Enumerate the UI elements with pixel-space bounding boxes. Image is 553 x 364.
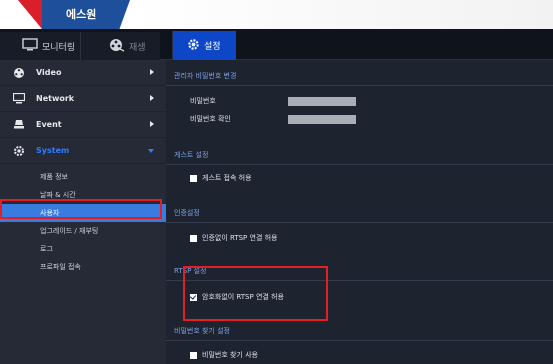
sidebar-subitem-product-info[interactable]: 제품 정보 [0,168,166,186]
section-title-guest: 게스트 설정 [174,151,209,159]
section-divider [166,85,553,86]
settings-panel: 관리자 비밀번호 변경 비밀번호 비밀번호 확인 게스트 설정 게스트 접속 허… [166,60,553,364]
tab-settings[interactable]: 설정 [172,31,236,60]
section-divider [166,164,553,165]
guest-access-checkbox[interactable] [190,174,197,182]
video-reel-icon [12,67,26,79]
sidebar-subitem-date-time[interactable]: 날짜 & 시간 [0,186,166,204]
password-field[interactable] [288,97,356,106]
password-confirm-label: 비밀번호 확인 [190,115,231,123]
sidebar: Video Network Event System 제품 정보 날짜 & 시간… [0,60,166,364]
top-bar: 에스원 [0,0,553,29]
section-title-find-password: 비밀번호 찾기 설정 [174,327,230,335]
guest-access-option[interactable]: 게스트 접속 허용 [190,173,252,183]
section-divider [166,222,553,223]
find-password-label: 비밀번호 찾기 사용 [202,351,258,359]
sidebar-item-video-label: Video [36,68,62,77]
rtsp-no-encryption-checkbox[interactable] [190,293,197,301]
top-bar-background [130,0,553,29]
tab-settings-label: 설정 [204,42,221,52]
sidebar-item-event-label: Event [36,120,62,129]
gear-icon [12,145,26,157]
guest-access-label: 게스트 접속 허용 [202,174,252,182]
sidebar-subitem-upgrade-reboot[interactable]: 업그레이드 / 재부팅 [0,222,166,240]
find-password-checkbox[interactable] [190,351,197,359]
brand-name: 에스원 [66,8,97,21]
tab-playback[interactable]: 재생 [80,32,160,60]
main-tab-bar: 모니터링 재생 설정 [0,29,553,60]
chevron-right-icon [150,121,154,127]
sidebar-item-network[interactable]: Network [0,86,166,112]
section-title-auth: 인증설정 [174,209,200,217]
sidebar-item-video[interactable]: Video [0,60,166,86]
section-divider [166,340,553,341]
sidebar-subitem-profile-access[interactable]: 프로파일 접속 [0,258,166,276]
rtsp-no-encryption-label: 암호화없이 RTSP 연결 허용 [202,293,284,301]
find-password-option[interactable]: 비밀번호 찾기 사용 [190,350,258,360]
rtsp-no-auth-checkbox[interactable] [190,234,197,242]
brand-logo: 에스원 [0,0,130,29]
password-label: 비밀번호 [190,97,216,105]
sidebar-item-event[interactable]: Event [0,112,166,138]
tab-playback-label: 재생 [129,42,146,53]
tab-monitoring-label: 모니터링 [42,42,76,53]
sidebar-item-system[interactable]: System [0,138,166,164]
sidebar-item-system-label: System [36,146,70,155]
sidebar-item-network-label: Network [36,94,75,103]
chevron-right-icon [150,69,154,75]
network-monitor-icon [12,93,26,105]
rtsp-no-auth-label: 인증없이 RTSP 연결 허용 [202,234,278,242]
section-title-rtsp: RTSP 설정 [174,267,207,275]
sidebar-subitem-log[interactable]: 로그 [0,240,166,258]
chevron-right-icon [150,95,154,101]
tab-monitoring[interactable]: 모니터링 [0,32,80,60]
event-icon [12,119,26,131]
rtsp-no-auth-option[interactable]: 인증없이 RTSP 연결 허용 [190,233,278,243]
monitor-icon [22,38,42,54]
gear-icon [187,38,204,54]
chevron-down-icon [148,149,154,153]
sidebar-subitem-user[interactable]: 사용자 [0,204,166,222]
film-reel-icon [109,38,129,55]
section-divider [166,280,553,281]
system-submenu: 제품 정보 날짜 & 시간 사용자 업그레이드 / 재부팅 로그 프로파일 접속 [0,164,166,276]
section-title-admin-password: 관리자 비밀번호 변경 [174,72,237,80]
rtsp-no-encryption-option[interactable]: 암호화없이 RTSP 연결 허용 [190,292,284,302]
password-confirm-field[interactable] [288,115,356,124]
logo-red-shape [18,0,42,29]
